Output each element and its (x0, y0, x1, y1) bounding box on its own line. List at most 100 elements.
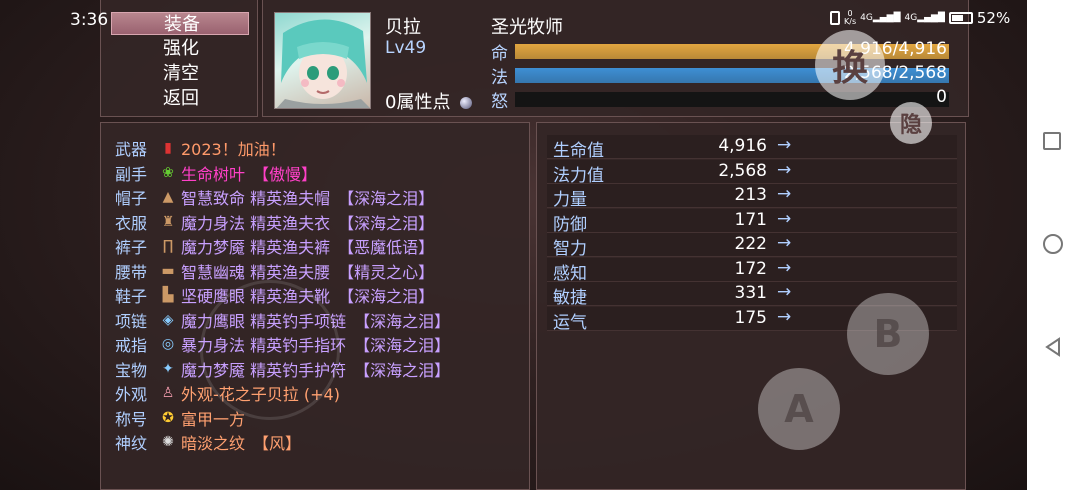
equipment-slot: 武器 (115, 140, 148, 159)
menu-item-3[interactable]: 返回 (111, 87, 249, 110)
equipment-slot: 衣服 (115, 213, 148, 233)
equipment-suffix: 【深海之泪】 (354, 336, 451, 355)
equipment-name: 魔力梦魇 精英渔夫裤 (181, 238, 331, 257)
equipment-name: 暗淡之纹 (181, 434, 246, 453)
character-class: 圣光牧师 (491, 17, 563, 38)
back-icon[interactable] (1043, 337, 1063, 357)
belt-icon: ▬ (161, 262, 175, 279)
equipment-slot: 项链 (115, 311, 148, 331)
game-screen: 装备 强化 清空 返回 贝拉 圣光牧师 Lv49 0属性点 命 4,916/4,916 法… (0, 0, 1027, 490)
character-level: Lv49 (385, 38, 427, 58)
hat-icon: ▲ (162, 189, 174, 205)
equipment-row[interactable]: 神纹 ✺ 暗淡之纹 【风】 (115, 430, 301, 454)
equipment-slot: 称号 (115, 409, 148, 429)
equipment-row[interactable]: 衣服 ♜ 魔力身法 精英渔夫衣 【深海之泪】 (115, 210, 434, 234)
equipment-name: 智慧幽魂 精英渔夫腰 (181, 262, 331, 282)
boots-icon: ▙ (162, 287, 174, 303)
stat-value: 331 (734, 283, 767, 303)
equipment-name: 魔力身法 精英渔夫衣 (181, 213, 331, 233)
costume-icon: ♙ (161, 385, 175, 401)
equipment-slot: 戒指 (115, 336, 148, 355)
navigation-bar (1027, 0, 1080, 490)
stat-name: 力量 (553, 190, 587, 210)
equipment-row[interactable]: 腰带 ▬ 智慧幽魂 精英渔夫腰 【精灵之心】 (115, 259, 434, 283)
robe-icon: ♜ (161, 213, 175, 230)
menu-item-0[interactable]: 装备 (111, 12, 249, 35)
stat-value: 172 (734, 258, 767, 279)
equipment-suffix: 【深海之泪】 (354, 311, 451, 331)
arrow-right-icon: → (777, 257, 792, 278)
attribute-points: 0属性点 (385, 88, 473, 114)
stat-name: 敏捷 (553, 288, 587, 308)
stat-name: 生命值 (553, 141, 604, 161)
equipment-name: 智慧致命 精英渔夫帽 (181, 189, 331, 208)
equipment-slot: 副手 (115, 164, 148, 184)
bar-label: 命 (491, 44, 508, 64)
bar-label: 法 (491, 68, 508, 88)
menu-item-1[interactable]: 强化 (111, 37, 249, 60)
equipment-suffix: 【深海之泪】 (338, 189, 435, 208)
arrow-right-icon: → (777, 159, 792, 180)
arrow-right-icon: → (777, 184, 792, 204)
pants-icon: ∏ (162, 238, 174, 254)
stat-value: 171 (734, 209, 767, 230)
command-menu: 装备 强化 清空 返回 (100, 0, 258, 117)
stat-value: 4,916 (718, 136, 767, 156)
recents-icon[interactable] (1043, 132, 1061, 150)
stat-name: 智力 (553, 239, 587, 259)
equipment-suffix: 【深海之泪】 (338, 287, 435, 306)
stat-row: 法力值 2,568 → (547, 159, 957, 186)
arrow-right-icon: → (777, 306, 792, 327)
equipment-row[interactable]: 帽子 ▲ 智慧致命 精英渔夫帽 【深海之泪】 (115, 185, 434, 209)
equipment-name: 2023！加油！ (181, 140, 286, 159)
virtual-joystick[interactable] (200, 280, 340, 420)
stat-name: 感知 (553, 263, 587, 284)
equipment-slot: 外观 (115, 385, 148, 404)
arrow-right-icon: → (777, 135, 792, 155)
necklace-icon: ◈ (162, 311, 174, 328)
arrow-right-icon: → (777, 208, 792, 229)
equipment-slot: 鞋子 (115, 287, 148, 306)
arrow-right-icon: → (777, 282, 792, 302)
leaf-icon: ❀ (162, 164, 174, 181)
equipment-suffix: 【傲慢】 (253, 164, 318, 184)
equipment-row[interactable]: 裤子 ∏ 魔力梦魇 精英渔夫裤 【恶魔低语】 (115, 234, 434, 258)
character-portrait (274, 12, 371, 109)
battery-level: 52% (976, 9, 1011, 27)
rune-icon: ✺ (162, 434, 174, 450)
equipment-suffix: 【深海之泪】 (338, 213, 435, 233)
stat-row: 智力 222 → (547, 233, 957, 259)
bar-value: 0 (936, 87, 947, 107)
character-name: 贝拉 (385, 17, 421, 38)
stat-value: 213 (734, 185, 767, 205)
equipment-name: 生命树叶 (181, 164, 246, 184)
stat-name: 法力值 (553, 165, 604, 186)
equipment-slot: 腰带 (115, 262, 148, 282)
treasure-icon: ✦ (162, 360, 174, 377)
arrow-right-icon: → (777, 233, 792, 253)
stat-value: 2,568 (718, 160, 767, 181)
bar-label: 怒 (491, 92, 508, 112)
ring-icon: ◎ (161, 336, 175, 352)
home-icon[interactable] (1043, 234, 1063, 254)
equipment-suffix: 【风】 (253, 434, 302, 453)
a-button[interactable]: A (758, 368, 840, 450)
equipment-slot: 神纹 (115, 434, 148, 453)
stat-row: 防御 171 → (547, 208, 957, 235)
bar-track: 0 (515, 87, 949, 107)
stat-row: 感知 172 → (547, 257, 957, 284)
red-scroll-icon: ▮ (164, 140, 172, 156)
equipment-row[interactable]: 副手 ❀ 生命树叶 【傲慢】 (115, 161, 317, 185)
equipment-row[interactable]: 武器 ▮ 2023！加油！ (115, 136, 286, 160)
b-button[interactable]: B (847, 293, 929, 375)
equipment-row[interactable]: 称号 ✪ 富甲一方 (115, 406, 245, 430)
equipment-suffix: 【精灵之心】 (338, 262, 435, 282)
menu-item-2[interactable]: 清空 (111, 62, 249, 85)
stat-row: 力量 213 → (547, 184, 957, 210)
swap-button[interactable]: 换 (815, 30, 885, 100)
equipment-slot: 宝物 (115, 360, 148, 380)
equipment-slot: 裤子 (115, 238, 148, 257)
orb-icon (460, 97, 473, 109)
equipment-slot: 帽子 (115, 189, 148, 208)
hide-button[interactable]: 隐 (890, 102, 932, 144)
